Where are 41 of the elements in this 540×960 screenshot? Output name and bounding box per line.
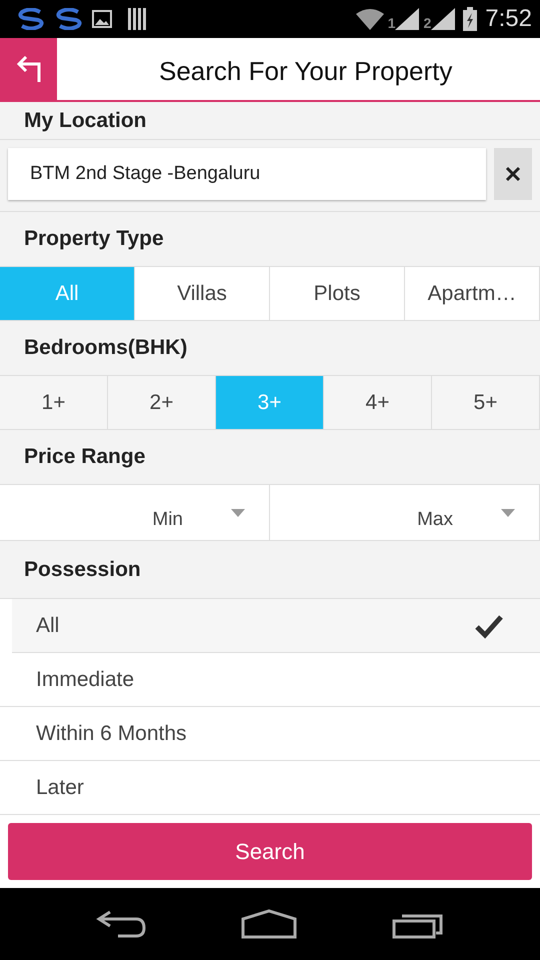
dropdown-arrow-icon: [501, 508, 515, 516]
possession-option[interactable]: All: [12, 599, 540, 653]
back-icon: [14, 56, 42, 82]
barcode-icon: [128, 8, 146, 30]
section-heading: Bedrooms(BHK): [0, 321, 540, 376]
dropdown-value: Min: [152, 508, 183, 532]
option-label: Within 6 Months: [36, 720, 187, 747]
app-icon: [16, 8, 46, 30]
page-title: Search For Your Property: [158, 55, 452, 88]
section-heading: My Location: [0, 102, 540, 140]
option-label: All: [36, 612, 60, 639]
bedroom-option[interactable]: 4+: [324, 376, 432, 429]
bedroom-option[interactable]: 2+: [108, 376, 216, 429]
wifi-icon: [356, 8, 384, 30]
sim-label: 2: [423, 14, 432, 32]
battery-icon: [463, 7, 478, 31]
home-icon[interactable]: [240, 909, 297, 939]
app-icon: [54, 8, 84, 30]
sim-label: 1: [388, 14, 396, 32]
price-dropdown[interactable]: Max: [270, 485, 540, 541]
signal-icon: [431, 8, 456, 30]
bedroom-option[interactable]: 1+: [0, 376, 108, 429]
location-field[interactable]: BTM 2nd Stage -Bengaluru: [8, 148, 486, 200]
section-heading: Possession: [0, 541, 540, 599]
section-heading: Property Type: [0, 212, 540, 267]
clear-button[interactable]: [494, 148, 532, 200]
image-icon: [92, 10, 112, 28]
dropdown-value: Max: [417, 508, 453, 532]
dropdown-arrow-icon: [231, 508, 245, 516]
status-time: 7:52: [485, 4, 532, 34]
close-icon: [505, 166, 521, 182]
option-label: Later: [36, 774, 84, 801]
price-dropdown[interactable]: Min: [0, 485, 270, 541]
back-button[interactable]: [0, 38, 57, 100]
checkmark-icon: [474, 612, 504, 638]
search-button[interactable]: Search: [8, 823, 532, 880]
option-label: Immediate: [36, 666, 134, 693]
section-heading: Price Range: [0, 430, 540, 485]
back-icon[interactable]: [96, 910, 146, 938]
bedroom-option[interactable]: 5+: [432, 376, 540, 429]
signal-icon: [395, 8, 420, 30]
